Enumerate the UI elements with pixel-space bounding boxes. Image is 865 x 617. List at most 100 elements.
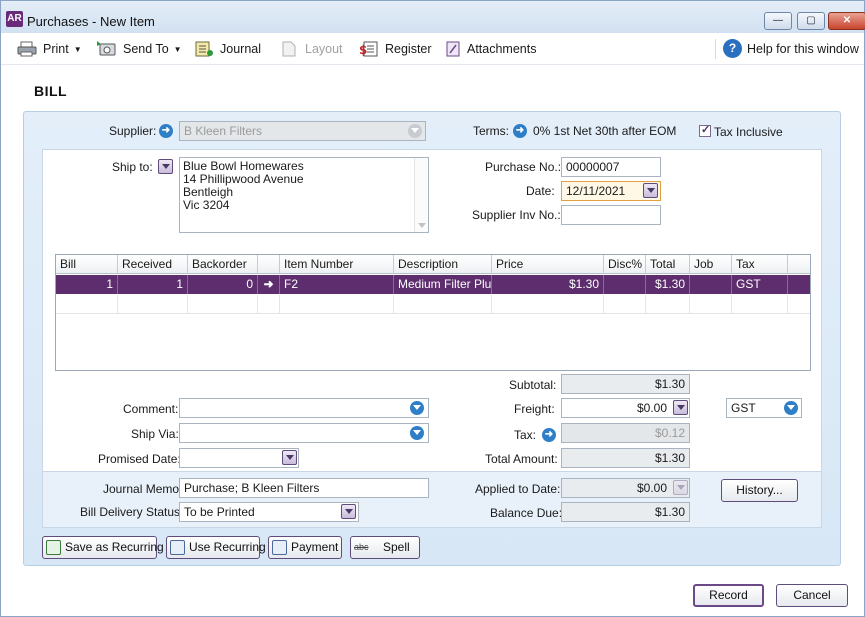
attachments-button[interactable]: Attachments [445,41,536,57]
ship-to-address-field[interactable]: Blue Bowl Homewares 14 Phillipwood Avenu… [179,157,429,233]
column-header-backorder: Backorder [188,255,258,274]
save-as-recurring-label: Save as Recurring [65,540,164,554]
cell-backorder[interactable]: 0 [188,275,258,294]
table-row[interactable]: 1 1 0 ➜ F2 Medium Filter Plug $1.30 $1.3… [56,275,810,294]
promised-date-picker-button[interactable] [282,450,297,465]
terms-detail-arrow-icon[interactable]: ➜ [513,124,527,138]
send-icon [97,41,117,57]
svg-text:$: $ [359,43,367,57]
supplier-inv-field[interactable] [561,205,661,225]
journal-icon [194,41,214,57]
cell-tax[interactable]: GST [732,275,788,294]
page-title: BILL [34,83,68,99]
column-header-price: Price [492,255,604,274]
cell-received[interactable]: 1 [118,275,188,294]
tax-detail-arrow-icon[interactable]: ➜ [542,428,556,442]
bill-delivery-status-select[interactable]: To be Printed [179,502,359,522]
cell-bill[interactable]: 1 [56,275,118,294]
tax-value: $0.12 [561,423,690,443]
use-recurring-button[interactable]: Use Recurring [166,536,266,559]
item-link-arrow-icon[interactable]: ➜ [258,275,280,294]
save-as-recurring-button[interactable]: Save as Recurring [42,536,164,559]
maximize-button[interactable]: ▢ [797,12,825,30]
bill-delivery-status-label: Bill Delivery Status: [80,505,184,519]
ship-to-label: Ship to: [112,160,153,174]
empty-cell [56,295,118,314]
terms-value: 0% 1st Net 30th after EOM [533,124,677,138]
address-scrollbar[interactable] [414,158,428,232]
send-to-button[interactable]: Send To ▼ [97,41,182,57]
ship-via-dropdown-icon[interactable] [410,426,424,440]
empty-cell [394,295,492,314]
column-header-received: Received [118,255,188,274]
cell-price[interactable]: $1.30 [492,275,604,294]
minimize-button[interactable]: — [764,12,792,30]
promised-date-field[interactable] [179,448,299,468]
cell-disc[interactable] [604,275,646,294]
column-header-total: Total [646,255,690,274]
spell-check-icon: abc [354,542,369,552]
journal-button[interactable]: Journal [194,41,261,57]
cell-description[interactable]: Medium Filter Plug [394,275,492,294]
date-picker-button[interactable] [643,183,658,198]
applied-to-date-detail-button[interactable] [673,480,688,495]
items-table: Bill Received Backorder Item Number Desc… [55,254,811,371]
layout-button[interactable]: Layout [279,41,343,57]
spell-label: Spell [383,540,410,554]
journal-label: Journal [220,42,261,56]
register-label: Register [385,42,432,56]
spell-button[interactable]: abc Spell [350,536,420,559]
supplier-field[interactable]: B Kleen Filters [179,121,426,141]
payment-label: Payment [291,540,339,554]
purchase-no-label: Purchase No.: [485,160,562,174]
freight-detail-button[interactable] [673,400,688,415]
total-amount-label: Total Amount: [485,452,558,466]
supplier-inv-label: Supplier Inv No.: [472,208,561,222]
freight-tax-dropdown-icon[interactable] [784,401,798,415]
register-icon: $ [359,41,379,57]
chevron-down-icon: ▼ [73,44,82,54]
record-button[interactable]: Record [693,584,764,607]
comment-field[interactable] [179,398,429,418]
empty-cell [188,295,258,314]
chevron-down-icon[interactable] [341,504,356,519]
payment-button[interactable]: Payment [268,536,342,559]
ship-to-dropdown-button[interactable] [158,159,173,174]
supplier-label: Supplier: [109,124,157,138]
chevron-down-icon: ▼ [173,44,182,54]
supplier-detail-arrow-icon[interactable]: ➜ [159,124,173,138]
empty-cell [604,295,646,314]
printer-icon [17,41,37,57]
cell-total[interactable]: $1.30 [646,275,690,294]
tax-inclusive-checkbox[interactable] [699,123,711,137]
promised-date-label: Promised Date: [98,452,181,466]
cell-item-number[interactable]: F2 [280,275,394,294]
close-button[interactable]: ✕ [828,12,865,30]
cancel-button[interactable]: Cancel [776,584,848,607]
window-title: Purchases - New Item [27,14,155,29]
print-button[interactable]: Print ▼ [17,41,82,57]
subtotal-value: $1.30 [561,374,690,394]
terms-label: Terms: [473,124,509,138]
history-button[interactable]: History... [721,479,798,502]
app-logo-icon: AR [6,11,23,27]
empty-cell [646,295,690,314]
freight-field[interactable]: $0.00 [561,398,690,418]
journal-memo-field[interactable]: Purchase; B Kleen Filters [179,478,429,498]
purchase-no-field[interactable]: 00000007 [561,157,661,177]
ship-via-field[interactable] [179,423,429,443]
recurring-icon [46,540,61,555]
register-button[interactable]: $ Register [359,41,432,57]
comment-dropdown-icon[interactable] [410,401,424,415]
supplier-dropdown-icon[interactable] [408,124,422,138]
print-label: Print [43,42,69,56]
layout-label: Layout [305,42,343,56]
use-recurring-icon [170,540,185,555]
empty-table-row[interactable] [56,295,810,314]
cell-job[interactable] [690,275,732,294]
column-header-item-number: Item Number [280,255,394,274]
date-label: Date: [526,184,555,198]
help-button[interactable]: ? Help for this window [723,39,859,58]
column-header-disc: Disc% [604,255,646,274]
empty-cell [492,295,604,314]
